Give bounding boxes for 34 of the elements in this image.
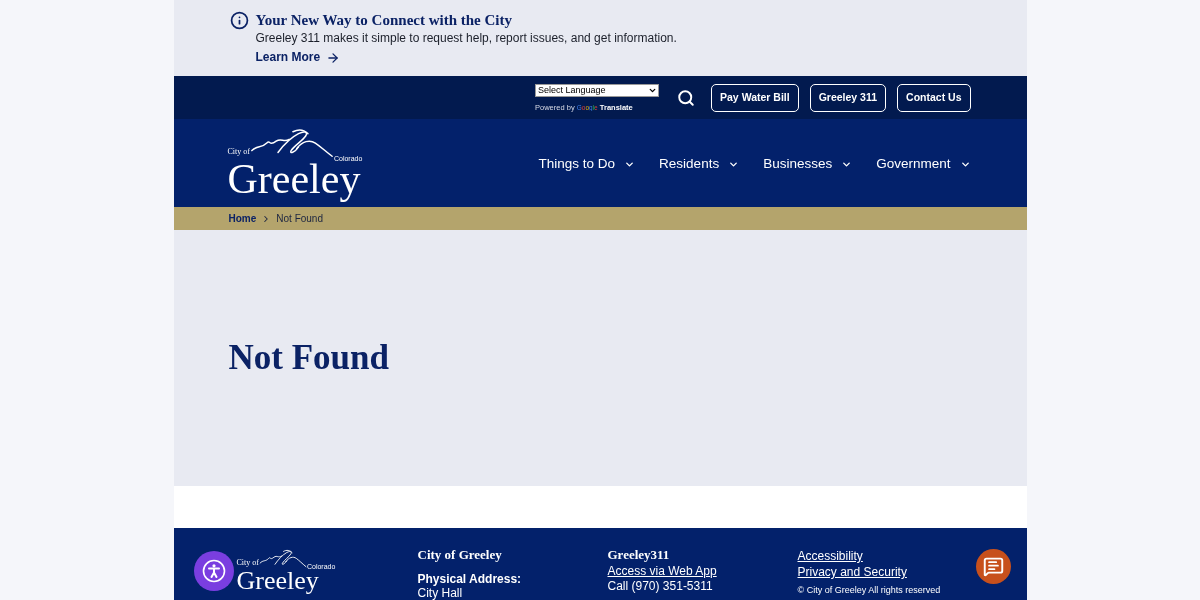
nav-menu-item[interactable]: Residents xyxy=(659,153,740,175)
address-label: Physical Address: xyxy=(417,572,522,586)
language-select[interactable]: Select Language xyxy=(535,83,660,97)
nav-menu-item[interactable]: Things to Do xyxy=(538,153,636,175)
accessibility-button[interactable] xyxy=(193,551,234,591)
footer-text: Call (970) 351-5311 xyxy=(607,579,713,593)
copyright-text: © City of Greeley All rights reserved xyxy=(797,584,941,596)
logo-prefix: City of xyxy=(236,559,259,567)
info-icon xyxy=(229,11,249,30)
footer-heading: Greeley311 xyxy=(607,547,670,563)
person-icon xyxy=(201,559,226,583)
swoosh-drawing xyxy=(258,549,307,569)
utility-button[interactable]: Contact Us xyxy=(897,83,971,112)
utility-button[interactable]: Greeley 311 xyxy=(809,83,887,112)
alert-text: Greeley 311 makes it simple to request help, report issues, and get information. xyxy=(255,31,677,46)
utility-button[interactable]: Pay Water Bill xyxy=(711,83,799,112)
page-heading: Not Found xyxy=(228,338,389,378)
nav-menu-item[interactable]: Government xyxy=(876,153,971,175)
search-icon[interactable] xyxy=(677,88,696,107)
footer-link[interactable]: Accessibility xyxy=(797,548,863,564)
breadcrumb-link[interactable]: Home xyxy=(228,211,257,226)
learn-more-link[interactable]: Learn More xyxy=(255,50,341,65)
logo-wordmark: Greeley xyxy=(236,569,319,593)
footer-heading: City of Greeley xyxy=(417,547,502,563)
footer-link[interactable]: Privacy and Security xyxy=(797,564,907,580)
arrow-right-icon xyxy=(326,50,341,65)
chat-button[interactable] xyxy=(975,549,1011,584)
chat-icon xyxy=(982,556,1004,577)
footer-link[interactable]: Access via Web App xyxy=(607,563,717,579)
footer-text: City Hall xyxy=(417,586,463,600)
breadcrumb-current: Not Found xyxy=(276,212,323,226)
nav-menu-item[interactable]: Businesses xyxy=(763,153,853,175)
logo-prefix: City of xyxy=(227,148,250,156)
alert-title: Your New Way to Connect with the City xyxy=(255,11,513,29)
